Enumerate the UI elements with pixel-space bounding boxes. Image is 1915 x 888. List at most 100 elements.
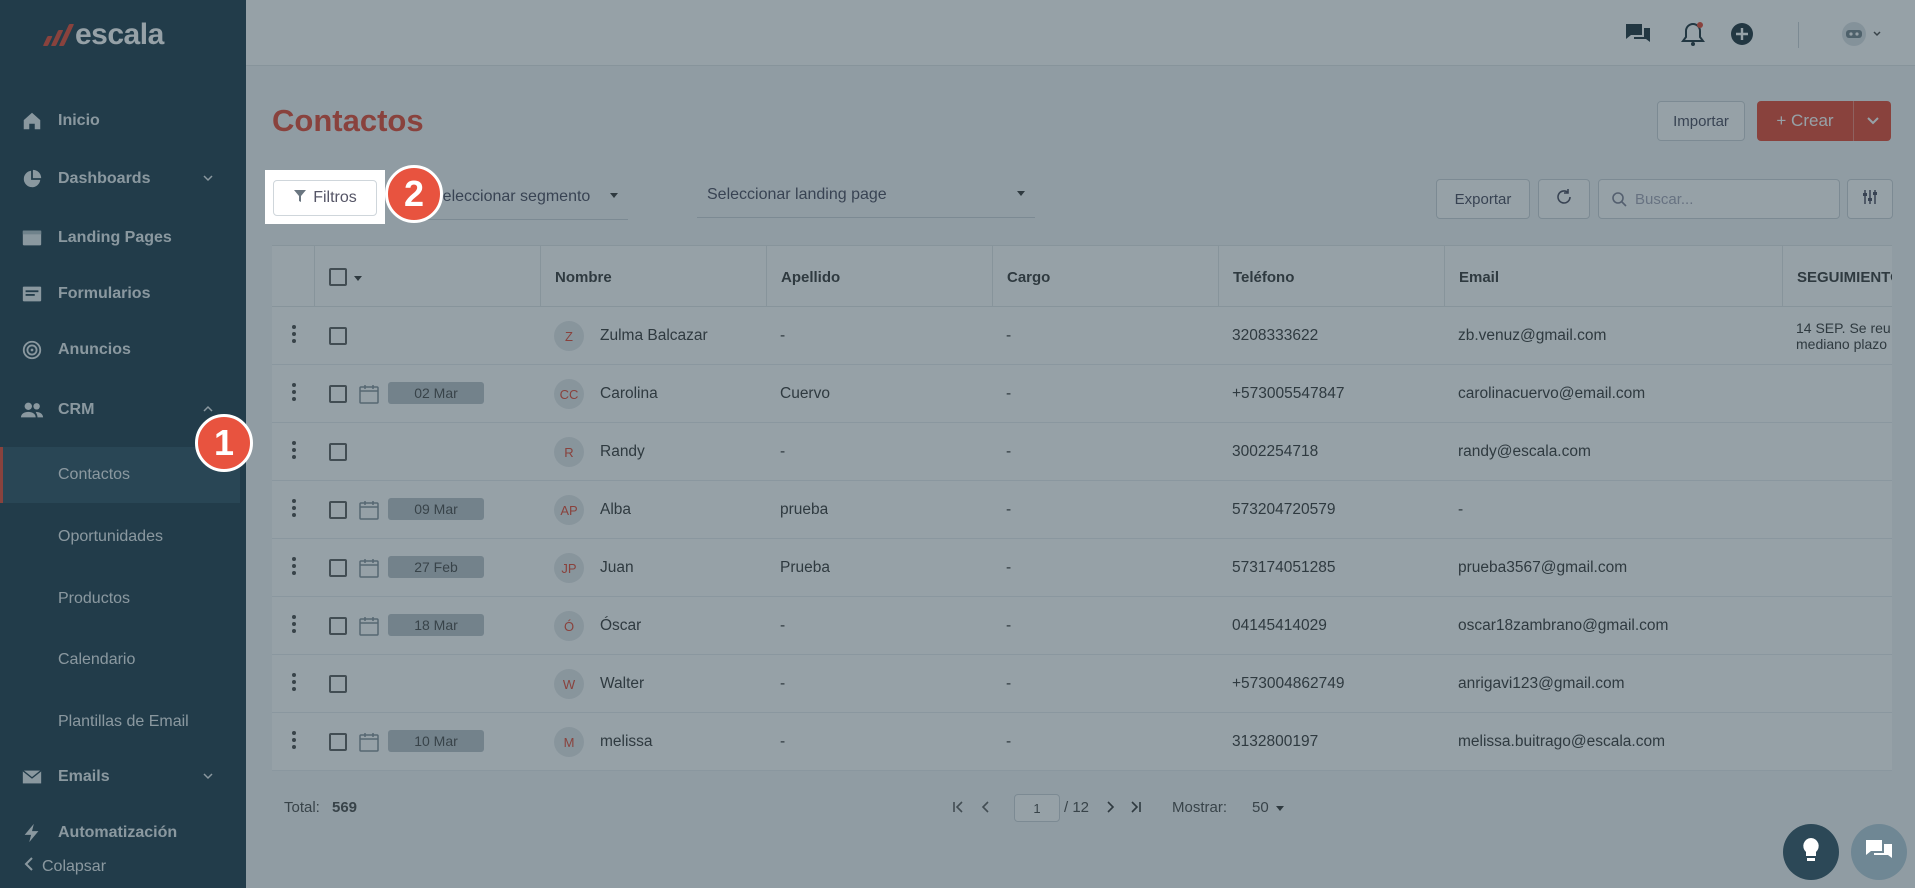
bell-icon[interactable] [1679,20,1707,48]
create-dropdown-chevron-icon[interactable] [1854,116,1891,126]
sidebar-item-emails[interactable]: Emails [0,757,240,797]
first-page-icon[interactable] [951,800,965,818]
table-row[interactable]: 18 Mar Ó Óscar - - 04145414029 oscar18zambrano… [272,597,1892,655]
search-input[interactable]: Buscar... [1598,179,1840,219]
row-actions-kebab-icon[interactable] [292,731,296,752]
row-checkbox[interactable] [329,733,347,751]
chat-icon[interactable] [1624,20,1652,48]
sidebar-subitem-calendario[interactable]: Calendario [0,632,240,688]
import-button[interactable]: Importar [1657,101,1745,141]
row-checkbox[interactable] [329,501,347,519]
row-checkbox[interactable] [329,675,347,693]
page-input[interactable]: 1 [1014,794,1060,822]
add-circle-icon[interactable] [1728,20,1756,48]
tutorial-step-badge-2: 2 [385,165,443,223]
date-chip[interactable]: 02 Mar [388,382,484,404]
table-row[interactable]: R Randy - - 3002254718 randy@escala.com [272,423,1892,481]
column-header-seguimiento[interactable]: SEGUIMIENTO [1782,246,1892,308]
landing-select-value: Seleccionar landing page [707,185,887,203]
date-chip[interactable]: 27 Feb [388,556,484,578]
contact-avatar: JP [554,553,584,583]
select-all-checkbox[interactable] [329,268,347,286]
cell-nombre[interactable]: Juan [600,539,634,597]
users-icon [20,398,44,422]
row-actions-kebab-icon[interactable] [292,441,296,462]
show-label: Mostrar: [1172,799,1228,816]
logo[interactable]: escala [42,18,164,52]
create-button[interactable]: + Crear [1757,111,1853,131]
row-actions-kebab-icon[interactable] [292,615,296,636]
filters-button[interactable]: Filtros [273,180,377,216]
column-header-email[interactable]: Email [1444,246,1782,308]
date-chip[interactable]: 18 Mar [388,614,484,636]
date-chip[interactable]: 10 Mar [388,730,484,752]
sidebar-subitem-oportunidades[interactable]: Oportunidades [0,509,240,565]
cell-nombre[interactable]: Zulma Balcazar [600,307,708,365]
cell-cargo: - [1006,327,1012,344]
sidebar-subitem-plantillas[interactable]: Plantillas de Email [0,694,240,750]
sidebar-item-landing-pages[interactable]: Landing Pages [0,218,240,258]
segment-select[interactable]: Seleccionar segmento [422,174,628,220]
table-row[interactable]: 10 Mar Mmelissa - - 3132800197 melissa.buitra… [272,713,1892,771]
page-size-select[interactable]: 50 [1252,799,1285,816]
cell-nombre[interactable]: Óscar [600,597,641,655]
date-chip[interactable]: 09 Mar [388,498,484,520]
calendar-icon[interactable] [358,557,380,579]
sidebar-item-label: Landing Pages [58,229,172,246]
cell-nombre[interactable]: Randy [600,423,645,481]
row-checkbox[interactable] [329,559,347,577]
table-row[interactable]: 02 Mar CC Carolina Cuervo - +573005547847 caro… [272,365,1892,423]
column-header-cargo[interactable]: Cargo [992,246,1218,308]
row-actions-kebab-icon[interactable] [292,383,296,404]
row-actions-kebab-icon[interactable] [292,325,296,346]
sidebar-item-dashboards[interactable]: Dashboards [0,159,240,199]
column-settings-button[interactable] [1847,179,1893,219]
pie-chart-icon [20,167,44,191]
table-row[interactable]: 27 Feb JP Juan Prueba - 573174051285 prueba356… [272,539,1892,597]
cell-seguimiento [1796,481,1892,539]
last-page-icon[interactable] [1129,800,1143,818]
next-page-icon[interactable] [1103,800,1117,818]
sidebar-subitem-productos[interactable]: Productos [0,571,240,627]
cell-apellido: prueba [780,501,829,518]
table-row[interactable]: W Walter - - +573004862749 anrigavi123@gmail.… [272,655,1892,713]
table-row[interactable]: 09 Mar AP Alba prueba - 573204720579 - [272,481,1892,539]
row-actions-kebab-icon[interactable] [292,673,296,694]
column-header-telefono[interactable]: Teléfono [1218,246,1444,308]
chat-bubbles-icon [1864,837,1894,868]
sidebar-item-automatizacion[interactable]: Automatización [0,813,240,853]
row-checkbox[interactable] [329,385,347,403]
calendar-icon[interactable] [358,499,380,521]
tips-button[interactable] [1783,824,1839,880]
row-checkbox[interactable] [329,443,347,461]
select-all-cell [314,246,540,308]
caret-down-icon[interactable] [353,269,363,286]
column-header-apellido[interactable]: Apellido [766,246,992,308]
row-checkbox[interactable] [329,617,347,635]
support-chat-button[interactable] [1851,824,1907,880]
column-header-nombre[interactable]: Nombre [540,246,766,308]
row-actions-kebab-icon[interactable] [292,499,296,520]
calendar-icon[interactable] [358,615,380,637]
cell-nombre[interactable]: melissa [600,713,653,771]
collapse-sidebar-button[interactable]: Colapsar [24,856,106,877]
cell-nombre[interactable]: Alba [600,481,631,539]
prev-page-icon[interactable] [979,800,993,818]
table-row[interactable]: Z Zulma Balcazar - - 3208333622 zb.venuz@gmai… [272,307,1892,365]
calendar-icon[interactable] [358,731,380,753]
sidebar-item-formularios[interactable]: Formularios [0,274,240,314]
sidebar-item-anuncios[interactable]: Anuncios [0,330,240,370]
cell-nombre[interactable]: Carolina [600,365,658,423]
export-button[interactable]: Exportar [1436,179,1530,219]
sidebar-item-inicio[interactable]: Inicio [0,101,240,141]
search-placeholder: Buscar... [1635,190,1694,208]
landing-page-select[interactable]: Seleccionar landing page [697,172,1035,218]
user-avatar-menu[interactable] [1840,20,1884,48]
cell-nombre[interactable]: Walter [600,655,644,713]
refresh-button[interactable] [1538,179,1590,219]
calendar-icon[interactable] [358,383,380,405]
search-icon [1611,191,1627,211]
row-actions-kebab-icon[interactable] [292,557,296,578]
table-footer: Total: 569 1 / 12 Mostrar: 50 [272,787,1892,829]
row-checkbox[interactable] [329,327,347,345]
